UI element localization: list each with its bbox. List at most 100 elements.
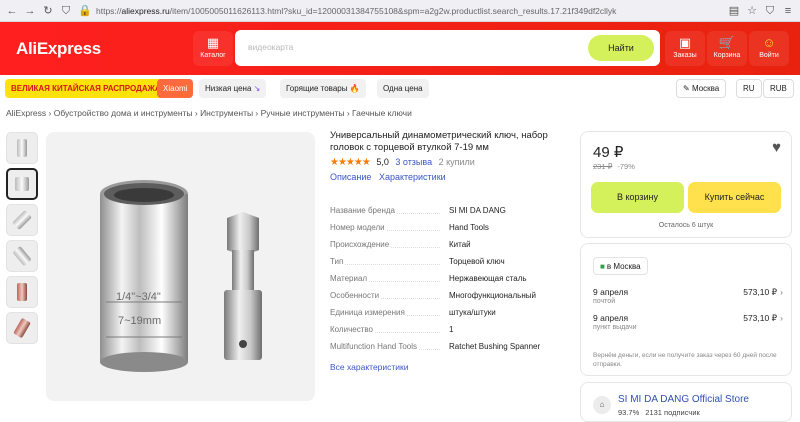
store-icon: ⌂ — [593, 396, 611, 414]
language-selector[interactable]: RU — [736, 79, 762, 98]
old-price: 231 ₽ — [593, 162, 613, 171]
spec-row: Происхождение Китай — [330, 238, 570, 255]
forward-arrow-icon[interactable]: → — [24, 5, 36, 17]
thumbnail-image — [12, 210, 32, 230]
thumbnail-image — [15, 177, 29, 191]
one-price-chip[interactable]: Одна цена — [377, 79, 429, 98]
reload-icon[interactable]: ↻ — [42, 5, 54, 17]
product-tabs: Описание Характеристики — [330, 172, 451, 182]
all-specs-link[interactable]: Все характеристики — [330, 362, 409, 372]
login-button[interactable]: ☺ Войти — [749, 31, 789, 66]
spec-row: Multifunction Hand Tools Ratchet Bushing … — [330, 340, 570, 357]
product-main-image[interactable]: 1/4"~3/4" 7~19mm — [46, 132, 315, 401]
breadcrumb[interactable]: AliExpress › Обустройство дома и инструм… — [6, 108, 412, 118]
reader-view-icon[interactable]: ▤ — [728, 5, 740, 17]
back-arrow-icon[interactable]: ← — [6, 5, 18, 17]
store-card[interactable]: ⌂ SI MI DA DANG Official Store 93.7% 2131… — [580, 382, 792, 422]
city-label: Москва — [691, 84, 720, 93]
tab-specs[interactable]: Характеристики — [379, 172, 446, 182]
cart-button[interactable]: 🛒 Корзина — [707, 31, 747, 66]
rating-stars-icon: ★★★★★ — [330, 157, 371, 168]
spec-value: Hand Tools — [447, 223, 489, 232]
spec-key: Материал — [330, 274, 370, 283]
search-input[interactable]: видеокарта — [248, 42, 293, 52]
spec-value: Нержавеющая сталь — [447, 274, 527, 283]
shield-extension-icon[interactable]: ⛉ — [764, 5, 776, 17]
cart-icon: 🛒 — [718, 35, 736, 50]
spec-row: Единица измерения штука/штуки — [330, 306, 570, 323]
product-title: Универсальный динамометрический ключ, на… — [330, 130, 548, 153]
store-rating: 93.7% — [618, 408, 640, 417]
catalog-label: Каталог — [200, 52, 226, 59]
orders-label: Заказы — [673, 52, 697, 59]
search-box[interactable]: видеокарта Найти — [235, 30, 660, 66]
url-path: /item/1005005011626113.html?sku_id=12000… — [169, 5, 617, 16]
delivery-method: почтой — [593, 298, 616, 305]
add-to-cart-button[interactable]: В корзину — [591, 182, 684, 213]
old-price-row: 231 ₽ -79% — [593, 162, 635, 171]
thumbnail-image — [13, 317, 31, 339]
sale-banner[interactable]: ВЕЛИКАЯ КИТАЙСКАЯ РАСПРОДАЖА — [5, 79, 167, 98]
bought-count: 2 купили — [438, 157, 475, 167]
current-price: 49 ₽ — [593, 144, 624, 161]
hot-chip[interactable]: Горящие товары 🔥 — [280, 79, 366, 98]
thumbnail-image — [17, 283, 27, 301]
city-selector[interactable]: ✎ Москва — [676, 79, 727, 98]
xiaomi-chip[interactable]: Xiaomi — [157, 79, 194, 98]
buy-card: 49 ₽ 231 ₽ -79% ♥ В корзину Купить сейчас… — [580, 131, 792, 238]
spec-row: Особенности Многофункциональный — [330, 289, 570, 306]
site-header: AliExpress ▦ Каталог видеокарта Найти ▣ … — [0, 22, 800, 75]
store-name[interactable]: SI MI DA DANG Official Store — [618, 394, 749, 405]
low-price-chip[interactable]: Низкая цена ↘ — [199, 79, 267, 98]
spec-key: Multifunction Hand Tools — [330, 342, 420, 351]
search-button[interactable]: Найти — [588, 35, 654, 61]
spec-value: Китай — [447, 240, 471, 249]
delivery-city: в Москва — [606, 262, 641, 271]
spec-value: Многофункциональный — [447, 291, 536, 300]
stock-note: Осталось 6 штук — [658, 222, 714, 229]
spec-row: Количество 1 — [330, 323, 570, 340]
delivery-city-chip[interactable]: ■ в Москва — [593, 257, 648, 275]
orders-button[interactable]: ▣ Заказы — [665, 31, 705, 66]
thumbnail[interactable] — [6, 132, 38, 164]
fire-icon: 🔥 — [349, 84, 360, 93]
specs-table: Название бренда SI MI DA DANG Номер модел… — [330, 204, 570, 357]
cart-label: Корзина — [713, 52, 741, 59]
spec-key: Название бренда — [330, 206, 397, 215]
spec-row: Материал Нержавеющая сталь — [330, 272, 570, 289]
thumbnail-selected[interactable] — [6, 168, 38, 200]
reviews-link[interactable]: 3 отзыва — [395, 157, 432, 167]
aliexpress-logo[interactable]: AliExpress — [16, 39, 101, 59]
thumbnail[interactable] — [6, 204, 38, 236]
shield-icon[interactable]: ⛉ — [60, 5, 72, 17]
chevron-right-icon: › — [780, 313, 783, 323]
chevron-right-icon: › — [780, 287, 783, 297]
discount: -79% — [617, 162, 635, 171]
thumbnail[interactable] — [6, 276, 38, 308]
spec-value: Ratchet Bushing Spanner — [447, 342, 541, 351]
tab-description[interactable]: Описание — [330, 172, 371, 182]
spec-row: Номер модели Hand Tools — [330, 221, 570, 238]
bookmark-star-icon[interactable]: ☆ — [746, 5, 758, 17]
smiley-user-icon: ☺ — [762, 35, 776, 50]
delivery-date: 9 апреля — [593, 287, 629, 297]
delivery-method: пункт выдачи — [593, 324, 637, 331]
catalog-button[interactable]: ▦ Каталог — [193, 31, 233, 66]
lock-icon: 🔒 — [78, 4, 92, 17]
currency-selector[interactable]: RUB — [763, 79, 794, 98]
thumbnail[interactable] — [6, 240, 38, 272]
spec-key: Тип — [330, 257, 346, 266]
spec-key: Номер модели — [330, 223, 387, 232]
heart-icon[interactable]: ♥ — [772, 139, 781, 156]
thumbnail-image — [17, 139, 27, 157]
address-bar[interactable]: https://aliexpress.ru/item/1005005011626… — [96, 6, 722, 16]
menu-icon[interactable]: ≡ — [782, 5, 794, 17]
spec-row: Тип Торцевой ключ — [330, 255, 570, 272]
rating-row: ★★★★★ 5,0 3 отзыва 2 купили — [330, 157, 475, 168]
thumbnail[interactable] — [6, 312, 38, 344]
spec-key: Единица измерения — [330, 308, 407, 317]
spec-row: Название бренда SI MI DA DANG — [330, 204, 570, 221]
url-prefix: https:// — [96, 5, 122, 16]
down-arrow-icon: ↘ — [253, 84, 261, 93]
buy-now-button[interactable]: Купить сейчас — [688, 182, 781, 213]
